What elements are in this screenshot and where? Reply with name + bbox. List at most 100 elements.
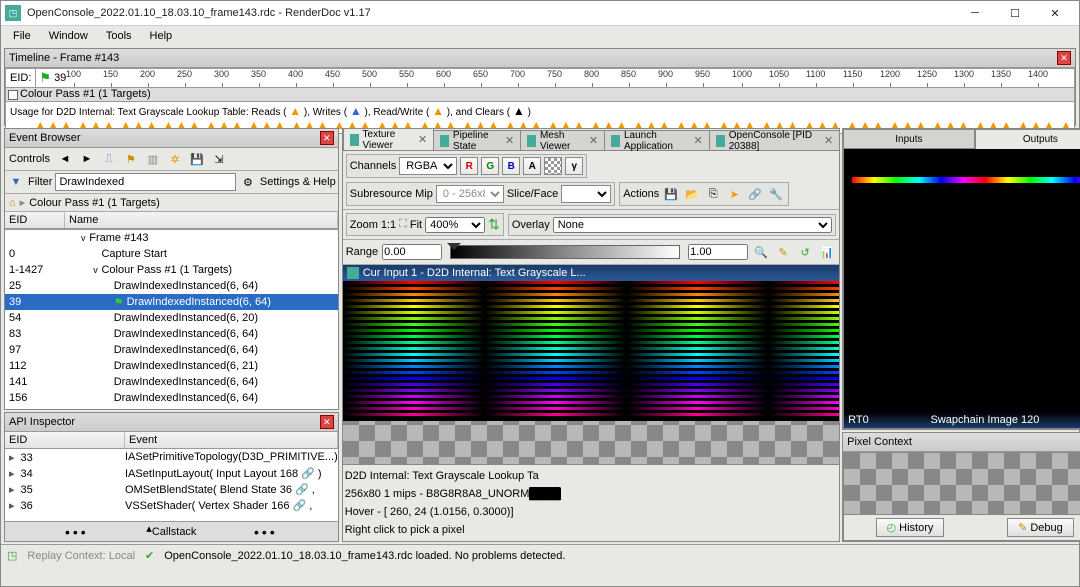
- channel-g-button[interactable]: G: [481, 157, 499, 175]
- histogram-icon[interactable]: 📊: [818, 243, 836, 261]
- slice-label: Slice/Face: [507, 188, 558, 200]
- settings-icon[interactable]: ⚙: [239, 173, 257, 191]
- tab-launch-application[interactable]: Launch Application✕: [604, 130, 710, 150]
- wrench-icon[interactable]: 🔧: [767, 185, 785, 203]
- timeline-title: Timeline - Frame #143: [9, 52, 119, 64]
- table-row[interactable]: 25 DrawIndexedInstanced(6, 64): [5, 278, 338, 294]
- tab-pipeline-state[interactable]: Pipeline State✕: [433, 130, 521, 150]
- breadcrumb[interactable]: Colour Pass #1 (1 Targets): [29, 197, 160, 209]
- table-row[interactable]: ▸34IASetInputLayout( Input Layout 168 🔗 …: [5, 465, 338, 481]
- api-close-icon[interactable]: ✕: [320, 415, 334, 429]
- channel-a-button[interactable]: A: [523, 157, 541, 175]
- table-row[interactable]: 0 Capture Start: [5, 246, 338, 262]
- texture-info: D2D Internal: Text Grayscale Lookup Ta 2…: [343, 464, 839, 541]
- rt0-label: RT0: [848, 414, 869, 426]
- timeline-pass[interactable]: Colour Pass #1 (1 Targets): [5, 88, 1075, 102]
- save-icon[interactable]: 💾: [188, 150, 206, 168]
- mip-select[interactable]: 0 - 256x80: [436, 185, 504, 203]
- minimize-button[interactable]: ─: [955, 2, 995, 25]
- table-row[interactable]: 97 DrawIndexedInstanced(6, 64): [5, 342, 338, 358]
- table-row[interactable]: ▸33IASetPrimitiveTopology(D3D_PRIMITIVE.…: [5, 449, 338, 465]
- callstack-bar[interactable]: ••• ▴ Callstack •••: [5, 521, 338, 541]
- channels-select[interactable]: RGBA: [399, 157, 457, 175]
- gear-icon[interactable]: ✲: [166, 150, 184, 168]
- settings-help-label[interactable]: Settings & Help: [260, 176, 336, 188]
- menu-help[interactable]: Help: [142, 28, 181, 44]
- home-icon[interactable]: ⌂: [9, 197, 16, 209]
- save-texture-icon[interactable]: 💾: [662, 185, 680, 203]
- api-table[interactable]: ▸33IASetPrimitiveTopology(D3D_PRIMITIVE.…: [5, 449, 338, 521]
- table-row[interactable]: ▸35OMSetBlendState( Blend State 36 🔗 ,: [5, 481, 338, 497]
- pixel-context-panel: Pixel Context✕ ◴History ✎Debug: [842, 432, 1080, 542]
- gamma-button[interactable]: γ: [565, 157, 583, 175]
- history-button[interactable]: ◴History: [876, 518, 945, 537]
- wand-icon[interactable]: ✎: [774, 243, 792, 261]
- flag-icon[interactable]: ⚑: [39, 70, 51, 86]
- range-label: Range: [346, 246, 378, 258]
- menu-file[interactable]: File: [5, 28, 39, 44]
- menu-window[interactable]: Window: [41, 28, 96, 44]
- range-min-input[interactable]: [382, 244, 442, 260]
- prev-icon[interactable]: ◄: [56, 150, 74, 168]
- table-row[interactable]: ▸36VSSetShader( Vertex Shader 166 🔗 ,: [5, 497, 338, 513]
- columns-icon[interactable]: ▥: [144, 150, 162, 168]
- texture-viewer: Texture Viewer✕Pipeline State✕Mesh Viewe…: [342, 128, 840, 542]
- table-row[interactable]: 83 DrawIndexedInstanced(6, 64): [5, 326, 338, 342]
- timeline-ruler[interactable]: EID: ⚑ 39 100150200250300350400450500550…: [5, 68, 1075, 88]
- texture-name-bar: Cur Input 1 - D2D Internal: Text Graysca…: [343, 265, 839, 281]
- debug-button[interactable]: ✎Debug: [1007, 518, 1074, 537]
- table-row[interactable]: 39 ⚑DrawIndexedInstanced(6, 64): [5, 294, 338, 310]
- tab-openconsole-pid-[interactable]: OpenConsole [PID 20388]✕: [709, 130, 840, 150]
- maximize-button[interactable]: ☐: [995, 2, 1035, 25]
- api-inspector: API Inspector✕ EID Event ▸33IASetPrimiti…: [4, 412, 339, 542]
- reset-range-icon[interactable]: ↺: [796, 243, 814, 261]
- timeline-icon[interactable]: ⎍: [100, 150, 118, 168]
- texture-icon: [347, 267, 359, 279]
- replay-icon: ◳: [7, 549, 17, 562]
- channel-b-button[interactable]: B: [502, 157, 520, 175]
- table-row[interactable]: 1-1427 vColour Pass #1 (1 Targets): [5, 262, 338, 278]
- texture-view[interactable]: [343, 281, 839, 464]
- zoom-select[interactable]: 400%: [425, 217, 485, 233]
- zoom-range-icon[interactable]: 🔍: [752, 243, 770, 261]
- flip-icon[interactable]: ⇅: [488, 216, 500, 233]
- next-icon[interactable]: ►: [78, 150, 96, 168]
- export-icon[interactable]: ⇲: [210, 150, 228, 168]
- range-slider[interactable]: [450, 245, 680, 259]
- filter-icon[interactable]: ▼: [7, 173, 25, 191]
- zoom-fit-icon[interactable]: ⛶: [399, 218, 407, 231]
- goto-icon[interactable]: ➤: [725, 185, 743, 203]
- thumb-area[interactable]: RT0Swapchain Image 120: [843, 149, 1080, 429]
- checker-icon[interactable]: [544, 157, 562, 175]
- filter-input[interactable]: [55, 173, 235, 191]
- outputs-tab[interactable]: Outputs: [975, 129, 1080, 149]
- table-row[interactable]: vFrame #143: [5, 230, 338, 246]
- link-icon[interactable]: 🔗: [746, 185, 764, 203]
- channel-r-button[interactable]: R: [460, 157, 478, 175]
- overlay-select[interactable]: None: [553, 217, 832, 233]
- open-icon[interactable]: 📂: [683, 185, 701, 203]
- close-button[interactable]: ✕: [1035, 2, 1075, 25]
- event-browser-close-icon[interactable]: ✕: [320, 131, 334, 145]
- tab-mesh-viewer[interactable]: Mesh Viewer✕: [520, 130, 605, 150]
- table-row[interactable]: 170 DrawIndexedInstanced(6, 20): [5, 406, 338, 409]
- zoom-11-button[interactable]: 1:1: [381, 219, 396, 231]
- timeline-close-icon[interactable]: ✕: [1057, 51, 1071, 65]
- bookmark-icon[interactable]: ⚑: [122, 150, 140, 168]
- pixel-context-view[interactable]: [843, 452, 1080, 515]
- table-row[interactable]: 112 DrawIndexedInstanced(6, 21): [5, 358, 338, 374]
- pixel-context-title: Pixel Context: [847, 436, 912, 448]
- status-bar: ◳ Replay Context: Local ✔ OpenConsole_20…: [1, 544, 1079, 566]
- table-row[interactable]: 54 DrawIndexedInstanced(6, 20): [5, 310, 338, 326]
- inputs-tab[interactable]: Inputs: [843, 129, 975, 149]
- slice-select[interactable]: [561, 185, 611, 203]
- copy-icon[interactable]: ⎘: [704, 185, 722, 203]
- filter-label: Filter: [28, 176, 52, 188]
- table-row[interactable]: 156 DrawIndexedInstanced(6, 64): [5, 390, 338, 406]
- timeline-panel: Timeline - Frame #143 ✕ EID: ⚑ 39 1001502…: [4, 48, 1076, 126]
- event-tree[interactable]: vFrame #1430 Capture Start1-1427 vColour…: [5, 229, 338, 409]
- table-row[interactable]: 141 DrawIndexedInstanced(6, 64): [5, 374, 338, 390]
- menu-tools[interactable]: Tools: [98, 28, 140, 44]
- range-max-input[interactable]: [688, 244, 748, 260]
- tab-texture-viewer[interactable]: Texture Viewer✕: [343, 128, 434, 150]
